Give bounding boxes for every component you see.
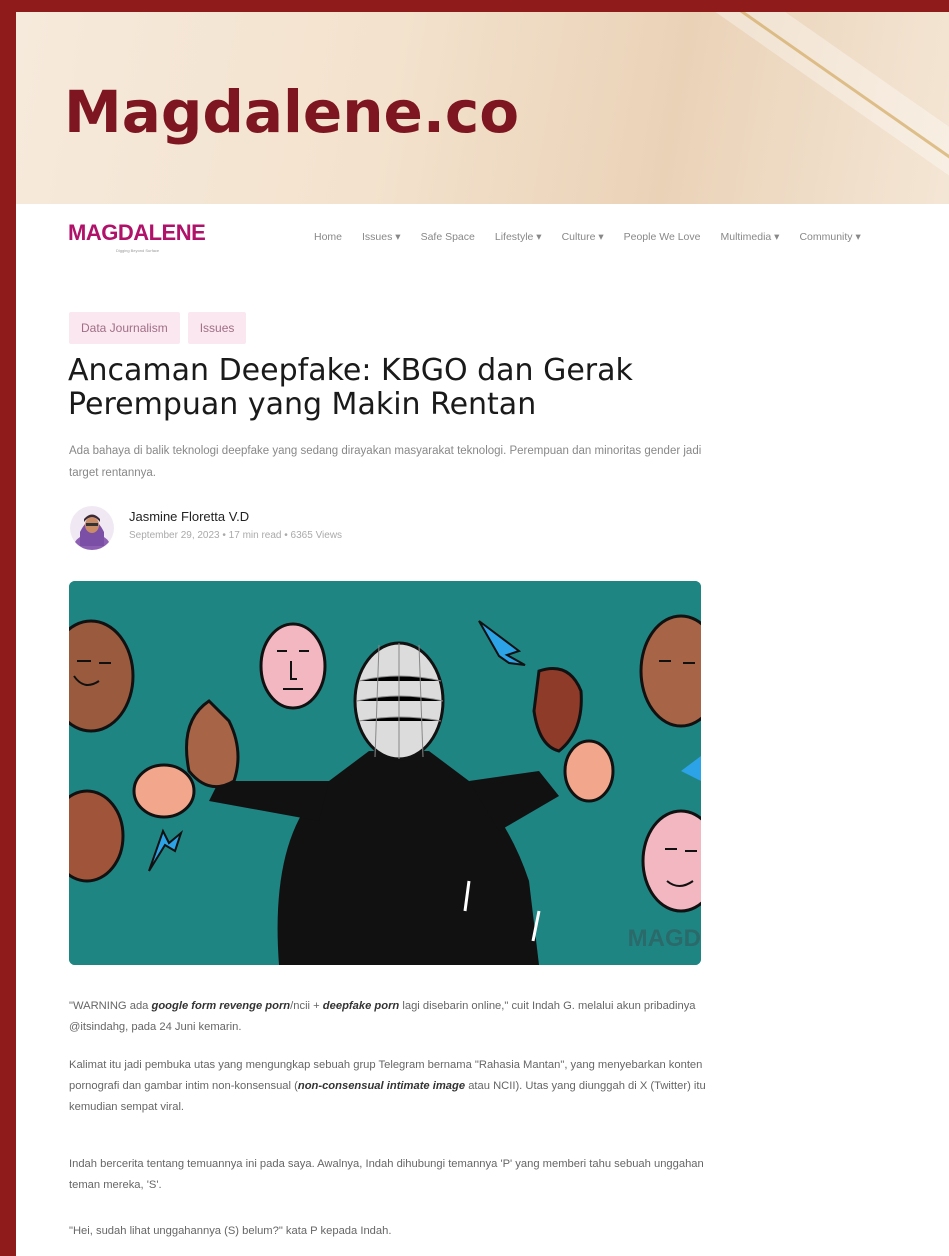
main-menu: Home Issues ▾ Safe Space Lifestyle ▾ Cul… (314, 231, 881, 243)
tag-data-journalism[interactable]: Data Journalism (69, 312, 180, 344)
paragraph-1: "WARNING ada google form revenge porn/nc… (69, 1000, 696, 1033)
paragraph-2: Kalimat itu jadi pembuka utas yang mengu… (69, 1059, 706, 1113)
nav-culture[interactable]: Culture ▾ (562, 231, 604, 243)
author-name[interactable]: Jasmine Floretta V.D (129, 509, 249, 524)
site-logo[interactable]: MAGDALENE (68, 220, 206, 246)
nav-community[interactable]: Community ▾ (799, 231, 860, 243)
article-meta: September 29, 2023 • 17 min read • 6365 … (129, 530, 343, 541)
tag-issues[interactable]: Issues (187, 312, 247, 344)
nav-multimedia[interactable]: Multimedia ▾ (720, 231, 779, 243)
article-tags: Data Journalism Issues (69, 312, 247, 344)
paragraph-4: "Hei, sudah lihat unggahannya (S) belum?… (69, 1225, 392, 1237)
paragraph-3: Indah bercerita tentang temuannya ini pa… (69, 1158, 704, 1191)
nav-home[interactable]: Home (314, 231, 342, 243)
hero-illustration: MAGD (69, 581, 701, 965)
article-page: MAGDALENE Digging Beyond Surface Home Is… (16, 204, 949, 1256)
nav-lifestyle[interactable]: Lifestyle ▾ (495, 231, 542, 243)
banner-glow (578, 12, 949, 204)
article-title: Ancaman Deepfake: KBGO dan Gerak Perempu… (68, 353, 633, 422)
site-nav: MAGDALENE Digging Beyond Surface Home Is… (16, 204, 949, 264)
nav-safe-space[interactable]: Safe Space (421, 231, 475, 243)
deepfake-illustration (69, 581, 701, 965)
nav-issues[interactable]: Issues ▾ (362, 231, 401, 243)
author-avatar[interactable] (70, 506, 114, 550)
nav-people-we-love[interactable]: People We Love (624, 231, 701, 243)
logo-tagline: Digging Beyond Surface (116, 248, 160, 253)
hero-watermark: MAGD (627, 925, 701, 952)
article-deck: Ada bahaya di balik teknologi deepfake y… (69, 445, 702, 479)
banner-title: Magdalene.co (64, 78, 520, 146)
